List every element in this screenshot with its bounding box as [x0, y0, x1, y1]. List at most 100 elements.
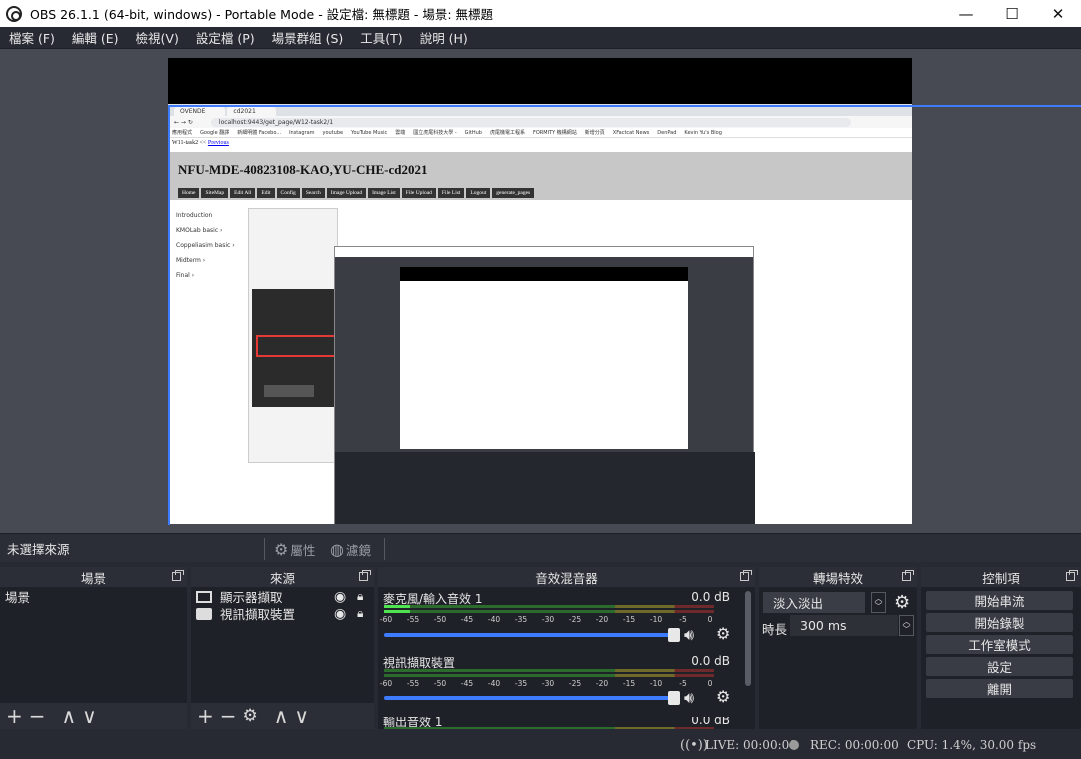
sources-toolbar: + − ⚙ ∧ ∨	[191, 703, 374, 729]
tick-label: -55	[406, 615, 420, 624]
toolbar-separator	[384, 538, 385, 560]
scene-item[interactable]: 場景	[0, 588, 187, 605]
transitions-dock: 轉場特效 淡入淡出 ︿ ﹀ ⚙ 時長 300 ms ︿ ﹀	[759, 567, 917, 729]
minimize-button[interactable]: —	[943, 0, 989, 27]
bookmark: Instagram	[289, 129, 315, 136]
gear-icon[interactable]: ⚙	[243, 706, 258, 726]
duration-spinner[interactable]: ︿ ﹀	[899, 615, 914, 636]
close-button[interactable]: ✕	[1035, 0, 1081, 27]
tick-label: -10	[649, 615, 663, 624]
add-icon[interactable]: +	[197, 704, 214, 728]
transitions-title: 轉場特效	[812, 570, 863, 586]
lock-icon[interactable]: 🔒︎	[357, 606, 363, 621]
start-recording-button[interactable]: 開始錄製	[926, 613, 1073, 632]
browser-address-bar: ← → ↻ localhost:9443/get_page/W12-task2/…	[168, 116, 912, 128]
menu-tools[interactable]: 工具(T)	[351, 28, 410, 47]
menu-file[interactable]: 檔案 (F)	[0, 28, 63, 47]
settings-button[interactable]: 設定	[926, 657, 1073, 676]
tick-label: -60	[379, 679, 393, 688]
tick-label: -45	[460, 615, 474, 624]
duration-label: 時長	[762, 622, 788, 637]
filters-button[interactable]: ◍ 濾鏡	[330, 539, 371, 559]
undock-icon[interactable]	[740, 570, 752, 581]
menu-help[interactable]: 說明 (H)	[411, 28, 476, 47]
filters-label: 濾鏡	[345, 542, 371, 558]
properties-button[interactable]: ⚙ 屬性	[274, 539, 315, 559]
move-down-icon[interactable]: ∨	[82, 704, 97, 728]
window-controls: — ☐ ✕	[943, 0, 1081, 27]
nested-title	[335, 247, 753, 257]
tick-label: -30	[541, 615, 555, 624]
level-meter	[384, 669, 714, 672]
mixer-title: 音效混音器	[535, 570, 598, 586]
volume-slider-handle[interactable]	[668, 691, 680, 705]
menu-edit[interactable]: 編輯 (E)	[63, 28, 127, 47]
volume-slider[interactable]	[384, 628, 680, 642]
graphics-preference-dialog	[252, 289, 338, 407]
page-breadcrumb: W11-task2 << Previous	[168, 138, 912, 148]
move-up-icon[interactable]: ∧	[274, 704, 289, 728]
remove-icon[interactable]: −	[29, 704, 46, 728]
start-streaming-button[interactable]: 開始串流	[926, 591, 1073, 610]
visibility-eye-icon[interactable]: ◉	[334, 589, 346, 605]
previous-link: Previous	[207, 140, 229, 146]
record-dot-icon	[789, 740, 799, 750]
sources-title: 來源	[269, 570, 295, 586]
studio-mode-button[interactable]: 工作室模式	[926, 635, 1073, 654]
undock-icon[interactable]	[359, 570, 371, 581]
preview-area[interactable]: OVENDE cd2021 ← → ↻ localhost:9443/get_p…	[0, 48, 1081, 533]
chevron-down-icon: ﹀	[902, 624, 911, 634]
scenes-title: 場景	[80, 570, 106, 586]
tick-label: -40	[487, 615, 501, 624]
tick-label: -35	[514, 679, 528, 688]
source-item[interactable]: 視訊擷取裝置 ◉ 🔒︎	[191, 605, 374, 622]
volume-slider[interactable]	[384, 691, 680, 705]
exit-button[interactable]: 離開	[926, 679, 1073, 698]
transition-spinner[interactable]: ︿ ﹀	[871, 592, 886, 613]
tick-label: -35	[514, 615, 528, 624]
tick-label: -5	[679, 679, 687, 688]
obs-logo-icon	[6, 5, 22, 22]
bookmark: 虎尾機電工程系	[489, 130, 525, 136]
mixer-channel: 輸出音效 1 0.0 dB	[378, 717, 738, 729]
scenes-dock: 場景 場景 + − ∧ ∨	[0, 567, 187, 729]
gear-icon[interactable]: ⚙	[894, 592, 910, 613]
menu-profile[interactable]: 設定檔 (P)	[187, 28, 263, 47]
duration-input[interactable]: 300 ms	[790, 615, 898, 636]
move-down-icon[interactable]: ∨	[294, 704, 309, 728]
add-icon[interactable]: +	[6, 704, 23, 728]
site-nav-item: File List	[437, 188, 465, 198]
undock-icon[interactable]	[1066, 570, 1078, 581]
no-source-label: 未選擇來源	[7, 541, 70, 557]
status-bar: ((•)) LIVE: 00:00:00 REC: 00:00:00 CPU: …	[0, 731, 1081, 759]
captured-browser: OVENDE cd2021 ← → ↻ localhost:9443/get_p…	[168, 104, 912, 524]
visibility-eye-icon[interactable]: ◉	[334, 606, 346, 622]
undock-icon[interactable]	[172, 570, 184, 581]
maximize-button[interactable]: ☐	[989, 0, 1035, 27]
bookmark: 雲端	[395, 130, 406, 136]
gear-icon[interactable]: ⚙	[716, 624, 730, 643]
side-link: Midterm ›	[176, 257, 206, 264]
tick-label: -25	[568, 615, 582, 624]
gear-icon[interactable]: ⚙	[716, 687, 730, 706]
gear-icon: ⚙	[274, 539, 289, 559]
lock-icon[interactable]: 🔒︎	[357, 589, 363, 604]
channel-db: 0.0 dB	[691, 717, 730, 727]
menu-scene-collection[interactable]: 場景群組 (S)	[263, 28, 352, 47]
undock-icon[interactable]	[902, 570, 914, 581]
volume-slider-handle[interactable]	[668, 628, 680, 642]
side-link: KMOLab basic ›	[176, 227, 223, 234]
speaker-icon[interactable]: 🔊︎	[684, 625, 704, 644]
site-nav: Home SiteMap Edit All Edit Config Search…	[178, 188, 535, 198]
preview-canvas[interactable]: OVENDE cd2021 ← → ↻ localhost:9443/get_p…	[168, 58, 912, 524]
remove-icon[interactable]: −	[220, 704, 237, 728]
transition-select[interactable]: 淡入淡出	[763, 592, 865, 613]
speaker-icon[interactable]: 🔊︎	[684, 688, 704, 707]
highlight-box	[256, 335, 336, 357]
menu-view[interactable]: 檢視(V)	[127, 28, 187, 47]
browser-url: localhost:9443/get_page/W12-task2/1	[210, 117, 851, 127]
mixer-scrollbar[interactable]	[745, 591, 751, 686]
move-up-icon[interactable]: ∧	[62, 704, 77, 728]
source-item[interactable]: 顯示器擷取 ◉ 🔒︎	[191, 588, 374, 605]
live-timer: LIVE: 00:00:00	[705, 738, 797, 752]
